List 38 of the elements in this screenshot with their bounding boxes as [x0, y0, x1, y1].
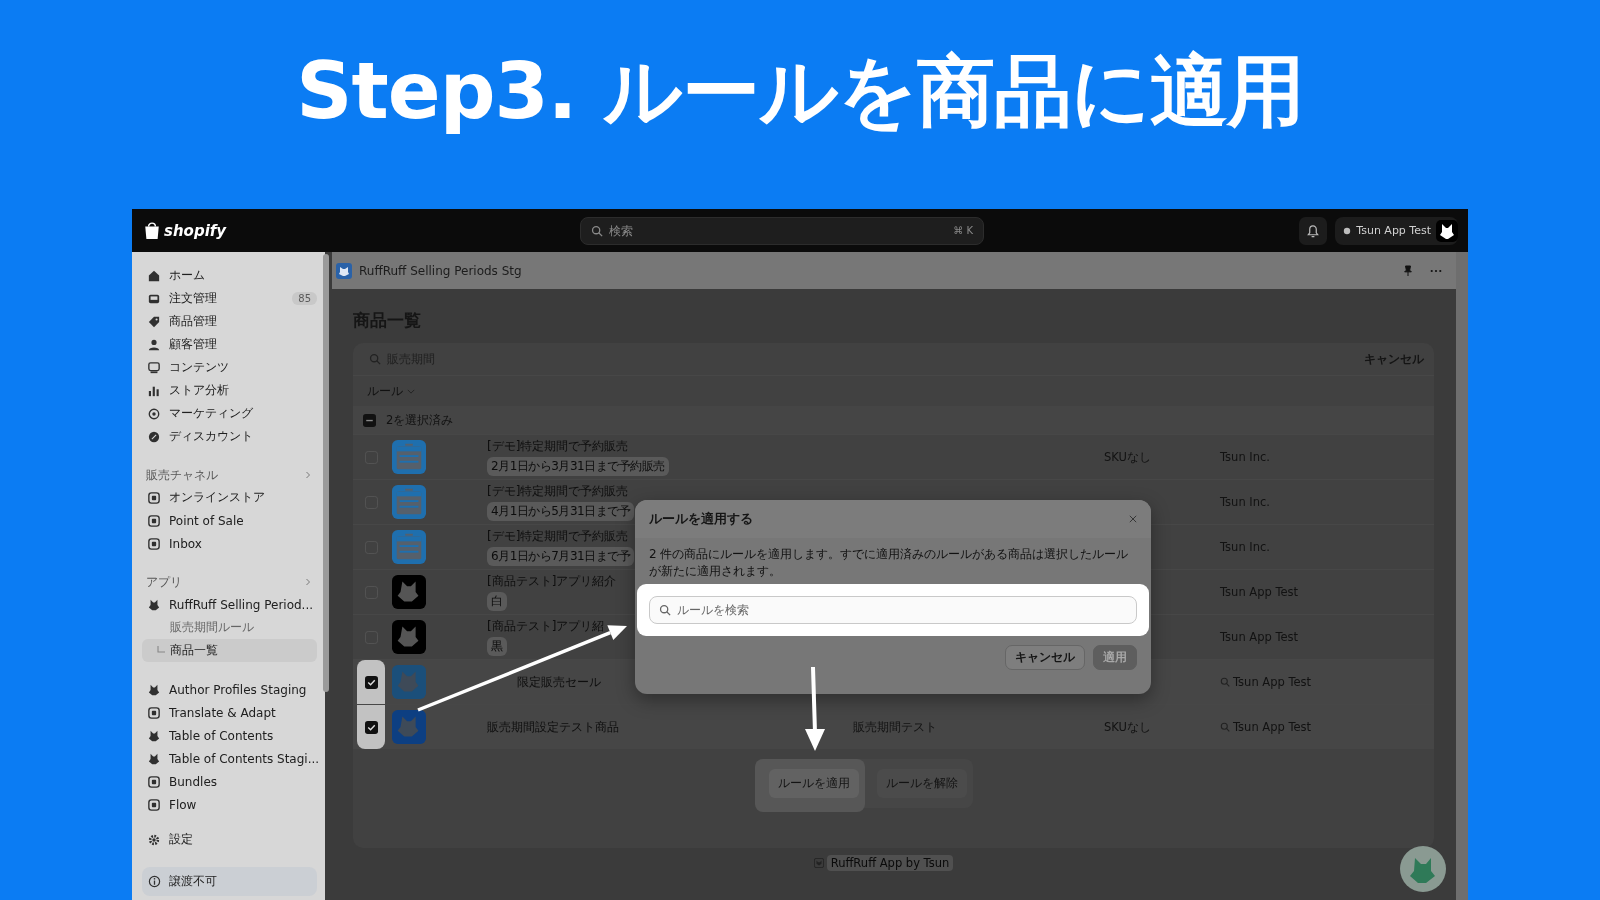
headline: Step3. ルールを商品に適用: [296, 45, 1304, 138]
nav-label: Bundles: [169, 774, 218, 789]
nav-label: 販売期間ルール: [170, 619, 254, 636]
section-title: 販売チャネル: [146, 467, 218, 483]
nav-label: 顧客管理: [169, 336, 217, 353]
nav-label: Table of Contents Stagi...: [169, 751, 320, 766]
nav-label: Flow: [169, 797, 197, 812]
tag: 白: [487, 592, 507, 611]
dialog-message: 2 件の商品にルールを適用します。すでに適用済みのルールがある商品は選択したルールが新たに適用されます。: [648, 546, 1130, 580]
nav-label: オンラインストア: [169, 489, 265, 506]
footer-text: RuffRuff App by Tsun: [826, 855, 954, 871]
nav-label: Table of Contents: [169, 728, 274, 743]
notice-text: 譲渡不可: [169, 873, 217, 890]
tag: 4月1日から5月31日まで予: [487, 502, 635, 521]
store-name: Tsun App Test: [1356, 224, 1431, 237]
section-title: アプリ: [146, 574, 182, 590]
nav-label: Point of Sale: [169, 513, 244, 528]
tag: 6月1日から7月31日まで予: [487, 547, 635, 566]
nav-label: ディスカウント: [169, 428, 253, 445]
nav-label: 注文管理: [169, 290, 217, 307]
nav-label: Inbox: [169, 536, 202, 551]
nav-label: ホーム: [169, 267, 205, 284]
app-title: RuffRuff Selling Periods Stg: [359, 263, 522, 278]
dialog-title: ルールを適用する: [649, 510, 753, 528]
nav-label: 商品管理: [169, 313, 217, 330]
shortcut-hint: ⌘ K: [953, 225, 973, 236]
nav-label: マーケティング: [169, 405, 253, 422]
nav-label: RuffRuff Selling Period...: [169, 597, 314, 612]
nav-label: 商品一覧: [170, 642, 218, 659]
tag: 黒: [487, 637, 507, 656]
nav-label: ストア分析: [169, 382, 229, 399]
nav-label: コンテンツ: [169, 359, 229, 376]
logo: shopify: [164, 221, 227, 240]
nav-label: 設定: [169, 831, 193, 848]
nav-label: Author Profiles Staging: [169, 682, 307, 697]
count-badge: 85: [292, 292, 317, 305]
tag: 2月1日から3月31日まで予約販売: [487, 457, 669, 476]
nav-label: Translate & Adapt: [169, 705, 276, 720]
